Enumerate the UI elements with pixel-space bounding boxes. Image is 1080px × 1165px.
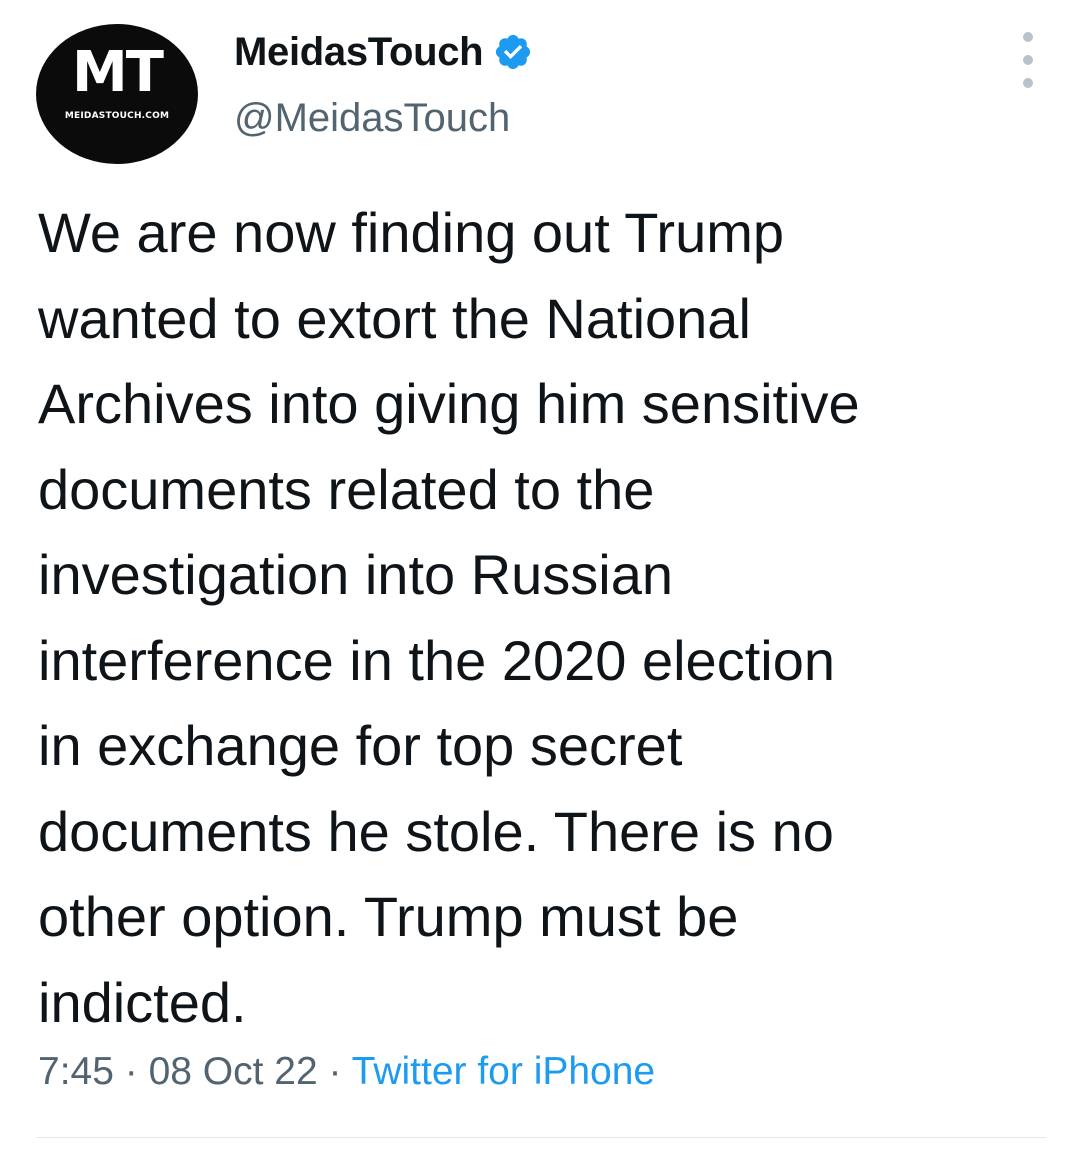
tweet-header: MT MEIDASTOUCH.COM MeidasTouch @MeidasTo…: [36, 24, 1046, 164]
divider: [36, 1137, 1046, 1138]
meta-separator: ·: [317, 1050, 352, 1093]
meta-separator: ·: [113, 1050, 149, 1093]
avatar-logo-mark: MT: [72, 40, 164, 105]
verified-badge-icon: [493, 32, 533, 72]
display-name[interactable]: MeidasTouch: [234, 30, 484, 75]
tweet-date[interactable]: 08 Oct 22: [149, 1050, 318, 1093]
avatar[interactable]: MT MEIDASTOUCH.COM: [36, 24, 198, 164]
more-vertical-icon: [1023, 78, 1033, 88]
more-vertical-icon: [1023, 32, 1033, 42]
tweet-metadata: 7:45 · 08 Oct 22 · Twitter for iPhone: [38, 1050, 655, 1094]
tweet-text: We are now finding out Trump wanted to e…: [38, 201, 860, 1034]
tweet-time[interactable]: 7:45: [38, 1050, 114, 1093]
more-vertical-icon: [1023, 55, 1033, 65]
display-name-row: MeidasTouch: [234, 28, 533, 76]
more-options-button[interactable]: [1016, 32, 1040, 88]
author-names: MeidasTouch @MeidasTouch: [234, 28, 533, 141]
tweet-source-link[interactable]: Twitter for iPhone: [352, 1050, 655, 1093]
user-handle[interactable]: @MeidasTouch: [234, 96, 533, 141]
avatar-logo-domain: MEIDASTOUCH.COM: [64, 111, 170, 121]
